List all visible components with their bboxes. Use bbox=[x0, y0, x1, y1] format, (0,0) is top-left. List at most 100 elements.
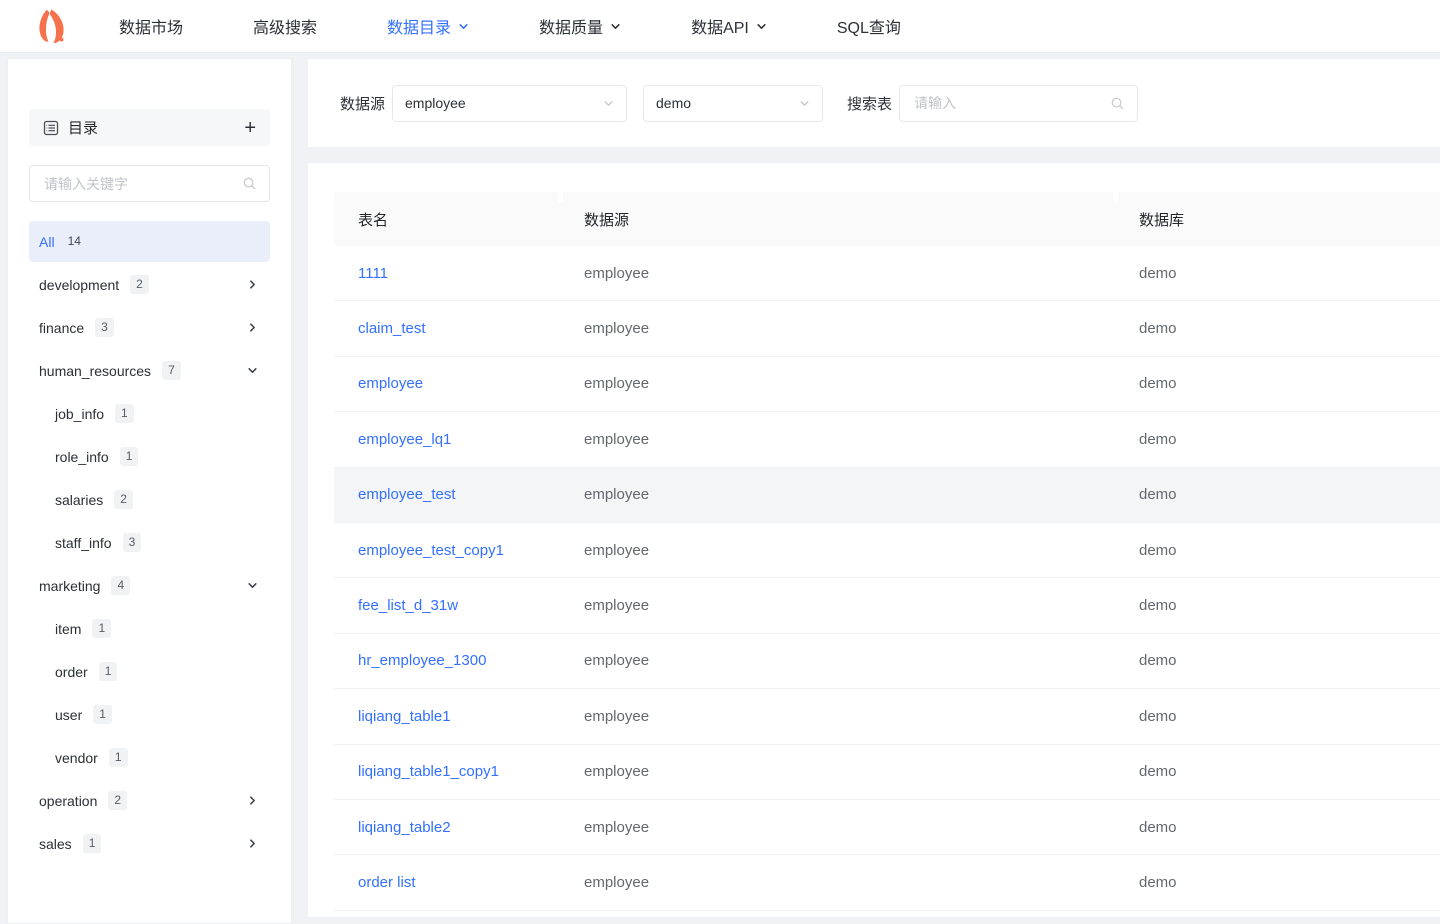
sidebar-item-sales[interactable]: sales 1 bbox=[29, 823, 270, 864]
cell-datasource: employee bbox=[560, 744, 1115, 800]
table-name-link[interactable]: liqiang_table1 bbox=[358, 708, 451, 725]
nav-items: 数据市场 高级搜索 数据目录 数据质量 数据API SQL查询 bbox=[119, 14, 901, 38]
cell-datasource: employee bbox=[560, 855, 1115, 911]
count-badge: 1 bbox=[82, 834, 102, 853]
count-badge: 1 bbox=[115, 404, 134, 423]
table-row: liqiang_table1 employee demo bbox=[334, 689, 1440, 745]
count-badge: 2 bbox=[114, 490, 133, 509]
app-logo[interactable] bbox=[33, 5, 71, 47]
table-name-link[interactable]: employee_lq1 bbox=[358, 431, 451, 448]
add-catalog-button[interactable]: + bbox=[244, 118, 256, 138]
flame-logo-icon bbox=[39, 9, 64, 44]
table-row: 1111 employee demo bbox=[334, 246, 1440, 302]
table-name-link[interactable]: employee_test bbox=[358, 486, 456, 503]
nav-item-2[interactable]: 数据目录 bbox=[387, 14, 469, 38]
nav-item-0[interactable]: 数据市场 bbox=[119, 14, 183, 38]
sidebar-item-label: salaries bbox=[55, 491, 104, 508]
cell-database: demo bbox=[1115, 412, 1440, 468]
sidebar-item-operation[interactable]: operation 2 bbox=[29, 780, 270, 821]
sidebar-item-label: human_resources bbox=[39, 362, 152, 379]
cell-database: demo bbox=[1115, 799, 1440, 856]
top-navbar: 数据市场 高级搜索 数据目录 数据质量 数据API SQL查询 bbox=[0, 0, 1440, 53]
chevron-down-icon bbox=[604, 100, 613, 106]
count-badge: 2 bbox=[130, 275, 149, 294]
sidebar-item-user[interactable]: user 1 bbox=[29, 694, 270, 735]
sidebar-item-label: order bbox=[55, 663, 88, 680]
count-badge: 1 bbox=[93, 705, 112, 724]
sidebar-item-item[interactable]: item 1 bbox=[29, 608, 270, 649]
sidebar-item-label: sales bbox=[39, 835, 72, 852]
table-name-link[interactable]: order list bbox=[358, 874, 416, 891]
table-body: 1111 employee demo claim_test employee demo em… bbox=[334, 246, 1440, 911]
sidebar-item-all[interactable]: All 14 bbox=[29, 221, 270, 262]
sidebar-item-marketing[interactable]: marketing 4 bbox=[29, 565, 270, 606]
chevron-down-icon bbox=[248, 583, 257, 588]
chevron-right-icon bbox=[250, 839, 255, 848]
column-header-table-name: 表名 bbox=[334, 192, 560, 246]
cell-table-name: employee bbox=[334, 356, 560, 413]
cell-datasource: employee bbox=[560, 356, 1115, 413]
cell-datasource: employee bbox=[560, 633, 1115, 690]
nav-item-label: 数据目录 bbox=[387, 20, 452, 37]
nav-item-3[interactable]: 数据质量 bbox=[539, 14, 621, 38]
table-name-link[interactable]: liqiang_table2 bbox=[358, 819, 451, 836]
sidebar-item-role-info[interactable]: role_info 1 bbox=[29, 436, 270, 477]
cell-datasource: employee bbox=[560, 578, 1115, 634]
catalog-icon bbox=[43, 120, 59, 135]
cell-table-name: order list bbox=[334, 855, 560, 911]
catalog-search-input[interactable] bbox=[42, 174, 242, 193]
database-select[interactable]: demo bbox=[643, 84, 824, 122]
catalog-tree: All 14 development 2 finance 3 human_resources… bbox=[29, 221, 270, 864]
table-name-link[interactable]: claim_test bbox=[358, 320, 426, 337]
sidebar-item-human-resources[interactable]: human_resources 7 bbox=[29, 350, 270, 391]
sidebar-item-label: operation bbox=[39, 792, 98, 809]
table-name-link[interactable]: hr_employee_1300 bbox=[358, 652, 486, 669]
search-icon bbox=[243, 177, 256, 190]
cell-database: demo bbox=[1115, 578, 1440, 634]
table-name-link[interactable]: employee bbox=[358, 375, 423, 392]
sidebar-item-job-info[interactable]: job_info 1 bbox=[29, 393, 270, 434]
catalog-header: 目录 + bbox=[29, 109, 270, 146]
nav-item-4[interactable]: 数据API bbox=[691, 14, 767, 38]
count-badge: 7 bbox=[162, 361, 181, 380]
table-name-link[interactable]: 1111 bbox=[358, 265, 388, 282]
sidebar-item-vendor[interactable]: vendor 1 bbox=[29, 737, 270, 778]
cell-table-name: employee_lq1 bbox=[334, 412, 560, 468]
table-search-input[interactable] bbox=[912, 94, 1111, 112]
cell-table-name: liqiang_table1_copy1 bbox=[334, 744, 560, 800]
table-search-label: 搜索表 bbox=[847, 95, 893, 113]
count-badge: 1 bbox=[108, 748, 128, 767]
chevron-right-icon bbox=[250, 280, 255, 289]
table-row: fee_list_d_31w employee demo bbox=[334, 578, 1440, 634]
nav-item-label: 数据API bbox=[691, 20, 749, 37]
table-name-link[interactable]: liqiang_table1_copy1 bbox=[358, 763, 499, 780]
cell-table-name: fee_list_d_31w bbox=[334, 578, 560, 634]
catalog-sidebar: 目录 + All14development2finance3human_reso… bbox=[8, 59, 291, 923]
sidebar-item-label: item bbox=[55, 620, 82, 637]
sidebar-item-development[interactable]: development 2 bbox=[29, 264, 270, 305]
sidebar-item-label: development bbox=[39, 276, 120, 293]
sidebar-item-staff-info[interactable]: staff_info 3 bbox=[29, 522, 270, 563]
table-row: employee_test_copy1 employee demo bbox=[334, 522, 1440, 579]
datasource-label: 数据源 bbox=[340, 95, 386, 113]
nav-item-1[interactable]: 高级搜索 bbox=[253, 14, 317, 38]
sidebar-item-salaries[interactable]: salaries 2 bbox=[29, 479, 270, 520]
sidebar-item-finance[interactable]: finance 3 bbox=[29, 307, 270, 348]
table-row: liqiang_table1_copy1 employee demo bbox=[334, 744, 1440, 800]
cell-database: demo bbox=[1115, 356, 1440, 413]
nav-item-5[interactable]: SQL查询 bbox=[837, 14, 901, 38]
sidebar-item-order[interactable]: order 1 bbox=[29, 651, 270, 692]
tables-table: 表名 数据源 数据库 1111 employee demo claim_test emp… bbox=[334, 192, 1440, 911]
sidebar-item-label: staff_info bbox=[55, 534, 112, 551]
count-badge: 3 bbox=[95, 318, 114, 337]
chevron-down-icon bbox=[800, 100, 809, 106]
table-name-link[interactable]: fee_list_d_31w bbox=[358, 597, 458, 614]
cell-database: demo bbox=[1115, 633, 1440, 690]
cell-database: demo bbox=[1115, 689, 1440, 745]
table-row: employee employee demo bbox=[334, 356, 1440, 413]
datasource-select[interactable]: employee bbox=[392, 84, 628, 122]
cell-table-name: hr_employee_1300 bbox=[334, 633, 560, 690]
search-icon bbox=[1111, 97, 1124, 109]
table-name-link[interactable]: employee_test_copy1 bbox=[358, 542, 504, 559]
